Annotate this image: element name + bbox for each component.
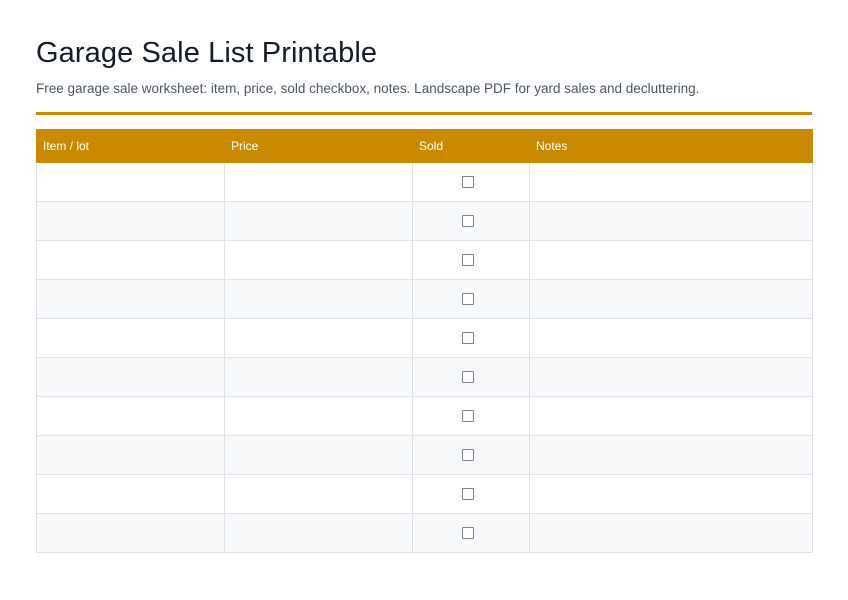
sold-cell: [412, 357, 530, 397]
price-cell[interactable]: [224, 201, 413, 241]
item-cell[interactable]: [36, 201, 225, 241]
item-cell[interactable]: [36, 474, 225, 514]
table-row: [36, 513, 813, 553]
checkbox-empty-icon[interactable]: [462, 175, 474, 188]
price-cell[interactable]: [224, 396, 413, 436]
table-body: [36, 162, 813, 553]
sold-cell: [412, 201, 530, 241]
item-cell[interactable]: [36, 162, 225, 202]
column-header-sold: Sold: [412, 129, 530, 163]
price-cell[interactable]: [224, 279, 413, 319]
price-cell[interactable]: [224, 435, 413, 475]
checkbox-empty-icon[interactable]: [462, 448, 474, 461]
garage-sale-table: Item / lot Price Sold Notes: [36, 129, 813, 553]
notes-cell[interactable]: [529, 396, 813, 436]
checkbox-empty-icon[interactable]: [462, 292, 474, 305]
notes-cell[interactable]: [529, 357, 813, 397]
item-cell[interactable]: [36, 279, 225, 319]
table-row: [36, 279, 813, 319]
price-cell[interactable]: [224, 357, 413, 397]
notes-cell[interactable]: [529, 513, 813, 553]
checkbox-empty-icon[interactable]: [462, 214, 474, 227]
table-row: [36, 318, 813, 358]
table-header-row: Item / lot Price Sold Notes: [36, 129, 813, 163]
price-cell[interactable]: [224, 162, 413, 202]
column-header-item: Item / lot: [36, 129, 225, 163]
sold-cell: [412, 435, 530, 475]
sold-cell: [412, 279, 530, 319]
table-row: [36, 474, 813, 514]
item-cell[interactable]: [36, 513, 225, 553]
notes-cell[interactable]: [529, 435, 813, 475]
notes-cell[interactable]: [529, 240, 813, 280]
table-row: [36, 357, 813, 397]
notes-cell[interactable]: [529, 318, 813, 358]
sold-cell: [412, 318, 530, 358]
column-header-notes: Notes: [529, 129, 813, 163]
page-title: Garage Sale List Printable: [36, 37, 378, 69]
checkbox-empty-icon[interactable]: [462, 409, 474, 422]
price-cell[interactable]: [224, 474, 413, 514]
checkbox-empty-icon[interactable]: [462, 487, 474, 500]
worksheet-page: Garage Sale List Printable Free garage s…: [0, 0, 848, 600]
item-cell[interactable]: [36, 240, 225, 280]
price-cell[interactable]: [224, 318, 413, 358]
sold-cell: [412, 396, 530, 436]
checkbox-empty-icon[interactable]: [462, 253, 474, 266]
table-row: [36, 162, 813, 202]
title-divider: [36, 112, 812, 115]
notes-cell[interactable]: [529, 201, 813, 241]
checkbox-empty-icon[interactable]: [462, 370, 474, 383]
item-cell[interactable]: [36, 435, 225, 475]
column-header-price: Price: [224, 129, 413, 163]
table-row: [36, 435, 813, 475]
sold-cell: [412, 474, 530, 514]
item-cell[interactable]: [36, 318, 225, 358]
sold-cell: [412, 162, 530, 202]
notes-cell[interactable]: [529, 279, 813, 319]
notes-cell[interactable]: [529, 162, 813, 202]
item-cell[interactable]: [36, 396, 225, 436]
checkbox-empty-icon[interactable]: [462, 331, 474, 344]
sold-cell: [412, 513, 530, 553]
page-subtitle: Free garage sale worksheet: item, price,…: [36, 81, 700, 96]
table-row: [36, 240, 813, 280]
table-row: [36, 396, 813, 436]
item-cell[interactable]: [36, 357, 225, 397]
notes-cell[interactable]: [529, 474, 813, 514]
price-cell[interactable]: [224, 513, 413, 553]
checkbox-empty-icon[interactable]: [462, 526, 474, 539]
table-row: [36, 201, 813, 241]
sold-cell: [412, 240, 530, 280]
price-cell[interactable]: [224, 240, 413, 280]
